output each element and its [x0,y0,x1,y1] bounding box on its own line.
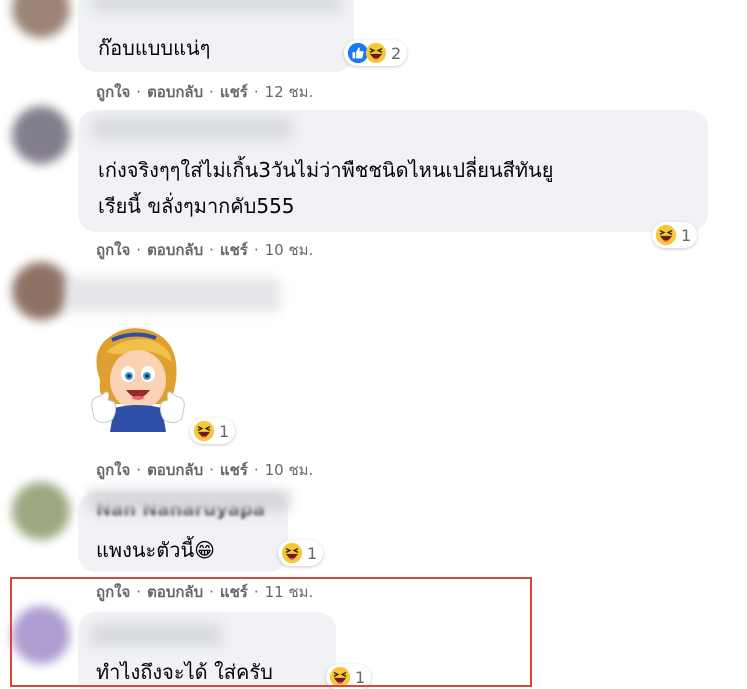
reaction-summary[interactable]: 1 [326,664,372,689]
separator-dot: · [136,461,142,479]
reaction-summary[interactable]: 1 [652,222,698,248]
haha-reaction-icon [193,420,215,442]
separator-dot: · [209,461,214,479]
like-action[interactable]: ถูกใจ [96,238,130,262]
thumbs-up-girl-sticker[interactable] [84,322,192,432]
comment-text: แพงนะตัวนี้😁 [96,538,216,562]
commenter-avatar[interactable] [12,606,70,664]
comment-text-line: เรียนี้ ขลั่งๆมากคับ555 [98,194,295,218]
separator-dot: · [136,241,142,259]
haha-reaction-icon [281,542,303,564]
reaction-summary[interactable]: 1 [190,418,236,444]
like-action[interactable]: ถูกใจ [96,580,130,604]
comment-text: ก๊อบแบบแน่ๆ [98,36,211,60]
haha-reaction-icon [655,224,677,246]
separator-dot: · [136,583,142,601]
commenter-avatar[interactable] [12,106,70,164]
haha-reaction-icon [365,42,387,64]
like-action[interactable]: ถูกใจ [96,458,130,482]
reaction-count: 2 [391,43,402,63]
share-action[interactable]: แชร์ [220,238,248,262]
comment-bubble: เก่งจริงๆๆใส่ไม่เกิ้น3วันไม่ว่าพืชชนิดไห… [78,110,708,232]
separator-dot: · [253,83,259,101]
commenter-avatar[interactable] [12,0,70,38]
reply-action[interactable]: ตอบกลับ [147,580,203,604]
commenter-name-blurred[interactable] [92,118,292,140]
haha-reaction-icon [329,666,351,688]
comment-timestamp[interactable]: 10 ชม. [265,238,314,262]
reaction-summary[interactable]: 1 [278,540,324,566]
separator-dot: · [209,83,214,101]
commenter-name-blurred[interactable] [66,278,280,312]
separator-dot: · [136,83,142,101]
share-action[interactable]: แชร์ [220,458,248,482]
commenter-avatar[interactable] [12,482,70,540]
reaction-count: 1 [219,421,230,441]
comment-bubble: ก๊อบแบบแน่ๆ [78,0,354,72]
share-action[interactable]: แชร์ [220,80,248,104]
comment-thread: ก๊อบแบบแน่ๆ 2 ถูกใจ · ตอบกลับ · แชร์ · 1… [0,0,747,689]
separator-dot: · [253,241,259,259]
reaction-count: 1 [681,225,692,245]
comment-bubble: Nan Nanaruyapa แพงนะตัวนี้😁 [78,490,290,572]
reaction-summary[interactable]: 2 [344,40,408,66]
separator-dot: · [253,583,259,601]
separator-dot: · [209,241,214,259]
comment-actions: ถูกใจ · ตอบกลับ · แชร์ · 10 ชม. [96,458,313,482]
reply-action[interactable]: ตอบกลับ [147,458,203,482]
like-action[interactable]: ถูกใจ [96,80,130,104]
commenter-name-blurred [88,490,290,512]
commenter-name-blurred[interactable] [90,624,222,646]
comment-text-line: เก่งจริงๆๆใส่ไม่เกิ้น3วันไม่ว่าพืชชนิดไห… [98,158,554,182]
comment-actions: ถูกใจ · ตอบกลับ · แชร์ · 10 ชม. [96,238,313,262]
comment-text: ทำไงถึงจะได้ ใส่ครับ [96,660,273,684]
commenter-avatar[interactable] [12,262,70,320]
comment-actions: ถูกใจ · ตอบกลับ · แชร์ · 12 ชม. [96,80,313,104]
separator-dot: · [209,583,214,601]
separator-dot: · [253,461,259,479]
commenter-name-blurred[interactable] [92,0,342,12]
reply-action[interactable]: ตอบกลับ [147,80,203,104]
comment-timestamp[interactable]: 12 ชม. [265,80,314,104]
share-action[interactable]: แชร์ [220,580,248,604]
reaction-count: 1 [307,543,318,563]
reply-action[interactable]: ตอบกลับ [147,238,203,262]
comment-timestamp[interactable]: 11 ชม. [265,580,314,604]
comment-actions: ถูกใจ · ตอบกลับ · แชร์ · 11 ชม. [96,580,313,604]
grinning-emoji: 😁 [194,538,216,562]
comment-bubble: ทำไงถึงจะได้ ใส่ครับ [78,612,336,689]
comment-timestamp[interactable]: 10 ชม. [265,458,314,482]
reaction-count: 1 [355,667,366,687]
